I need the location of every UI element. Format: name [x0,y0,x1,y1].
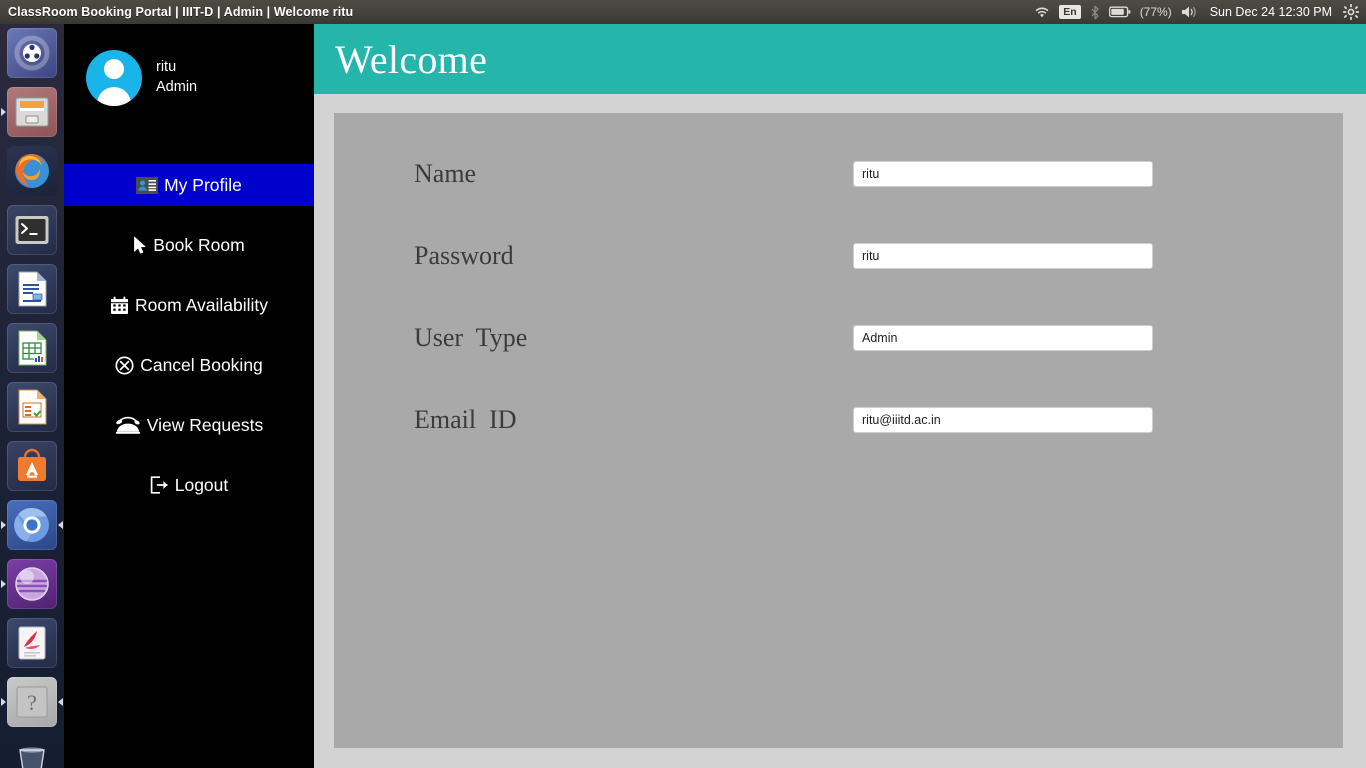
battery-percent-label: (77%) [1139,5,1172,19]
app-sidebar: ritu Admin My Profile Book Room Room Ava… [64,24,314,768]
calendar-icon [110,296,129,315]
name-input[interactable] [853,161,1153,187]
sidebar-item-label: My Profile [164,174,242,195]
launcher-item-eclipse[interactable] [1,559,57,609]
launcher-running-pip [1,108,6,116]
sidebar-user-role: Admin [156,79,198,95]
avatar [86,50,142,106]
battery-icon[interactable] [1108,6,1131,18]
launcher-item-ubuntu-dash[interactable] [7,28,57,78]
launcher-item-document-viewer[interactable] [7,618,57,668]
form-row-name: Name [334,159,1343,189]
page-header: Welcome [314,24,1366,94]
sidebar-item-logout[interactable]: Logout [64,464,314,506]
launcher-item-ubuntu-software[interactable] [7,441,57,491]
app-content: Welcome Name Password User Type Email ID [314,24,1366,768]
sidebar-item-my-profile[interactable]: My Profile [64,164,314,206]
sidebar-item-label: Logout [174,474,229,495]
keyboard-layout-indicator[interactable]: En [1059,5,1081,19]
ubuntu-top-panel: ClassRoom Booking Portal | IIIT-D | Admi… [0,0,1366,24]
sidebar-item-book-room[interactable]: Book Room [64,224,314,266]
clock[interactable]: Sun Dec 24 12:30 PM [1208,5,1334,19]
profile-form-panel: Name Password User Type Email ID [334,113,1343,748]
logout-icon [150,476,169,494]
volume-icon[interactable] [1181,5,1199,19]
cursor-pointer-icon [133,236,147,255]
avatar-head [104,59,124,79]
gear-icon[interactable] [1343,4,1359,20]
telephone-icon [115,415,141,435]
sidebar-item-label: Book Room [153,234,245,255]
unity-launcher: ? [0,24,64,768]
id-card-icon [136,176,159,194]
launcher-item-firefox[interactable] [7,146,57,196]
bluetooth-icon[interactable] [1090,5,1100,20]
form-row-user-type: User Type [334,323,1343,353]
sidebar-item-cancel-booking[interactable]: Cancel Booking [64,344,314,386]
launcher-item-libreoffice-calc[interactable] [7,323,57,373]
launcher-focused-pip [58,698,63,706]
launcher-item-trash[interactable] [7,736,57,768]
launcher-item-libreoffice-writer[interactable] [7,264,57,314]
sidebar-item-label: View Requests [146,414,264,435]
form-row-password: Password [334,241,1343,271]
classroom-booking-app: ritu Admin My Profile Book Room Room Ava… [64,24,1366,768]
launcher-running-pip [1,580,6,588]
svg-text:?: ? [27,690,37,715]
launcher-item-libreoffice-impress[interactable] [7,382,57,432]
page-title: Welcome [335,36,488,82]
launcher-item-help[interactable]: ? [1,677,63,727]
sidebar-item-label: Cancel Booking [140,354,263,375]
sidebar-item-view-requests[interactable]: View Requests [64,404,314,446]
wifi-icon[interactable] [1034,5,1050,19]
password-input[interactable] [853,243,1153,269]
sidebar-item-label: Room Availability [135,294,268,315]
sidebar-menu: My Profile Book Room Room Availability C… [64,164,314,506]
name-label: Name [414,159,477,188]
window-title: ClassRoom Booking Portal | IIIT-D | Admi… [8,5,354,19]
launcher-item-terminal[interactable] [7,205,57,255]
user-type-input[interactable] [853,325,1153,351]
desktop-screen: ClassRoom Booking Portal | IIIT-D | Admi… [0,0,1366,768]
launcher-item-chromium[interactable] [1,500,63,550]
launcher-item-files[interactable] [1,87,57,137]
sidebar-user-profile: ritu Admin [64,24,314,106]
form-row-email-id: Email ID [334,405,1343,435]
system-tray: En (77%) Sun Dec 24 12:30 PM [1034,4,1366,20]
circled-x-icon [115,355,134,375]
email-id-input[interactable] [853,407,1153,433]
sidebar-item-room-availability[interactable]: Room Availability [64,284,314,326]
launcher-running-pip [1,521,6,529]
user-type-label: User Type [414,323,528,352]
password-label: Password [414,241,514,270]
email-id-label: Email ID [414,405,517,434]
sidebar-user-name: ritu [156,59,177,76]
launcher-focused-pip [58,521,63,529]
launcher-running-pip [1,698,6,706]
avatar-body [97,87,131,106]
